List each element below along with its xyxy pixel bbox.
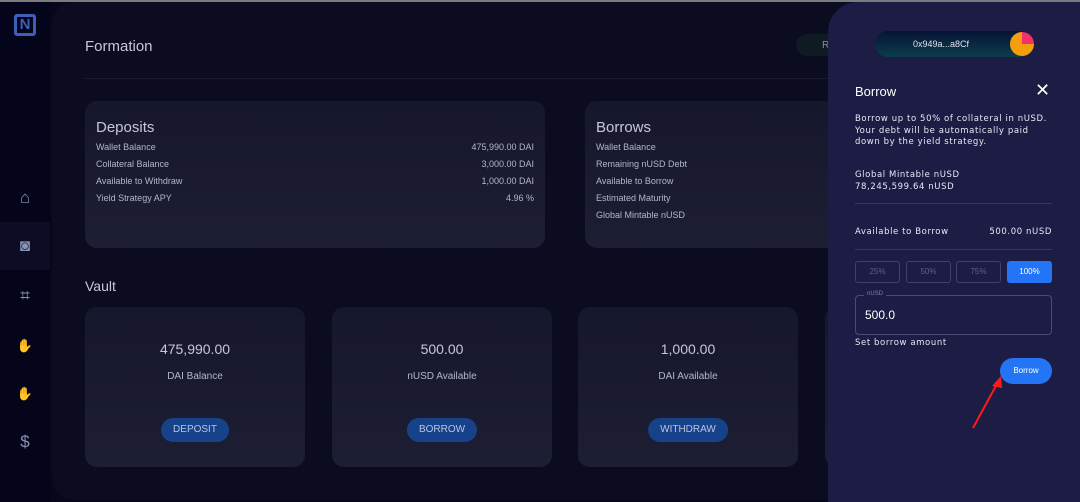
vault-amount: 475,990.00 [159,341,231,357]
vault-card-dai-available: 1,000.00 DAI Available WITHDRAW [578,307,798,467]
dollar-icon[interactable]: $ [0,418,50,466]
deposit-button[interactable]: DEPOSIT [161,418,229,442]
row-value: 1,000.00 DAI [481,176,534,186]
available-value: 500.00 nUSD [989,227,1052,237]
borrow-open-button[interactable]: BORROW [406,418,478,442]
panel-title: Borrow [855,84,897,99]
row-label: Wallet Balance [596,142,656,152]
percent-100-button[interactable]: 100% [1007,261,1052,283]
annotation-arrow-icon [972,376,1002,429]
divider [855,249,1052,250]
panel-description: Borrow up to 50% of collateral in nUSD. … [855,114,1047,149]
divider [85,78,845,79]
percent-25-button[interactable]: 25% [855,261,900,283]
vault-label: nUSD Available [407,371,477,382]
vault-label: DAI Balance [167,371,223,382]
helper-text: Set borrow amount [855,338,947,348]
description-line: Your debt will be automatically paid [855,125,1029,136]
crop-icon[interactable]: ⌗ [0,272,50,320]
row-label: Collateral Balance [96,159,170,169]
borrow-panel: 0x949a...a8Cf Borrow ✕ Borrow up to 50% … [828,2,1080,502]
row-value: 4.96 % [505,193,534,203]
home-icon[interactable]: ⌂ [0,174,50,222]
available-label: Available to Borrow [855,227,949,237]
vault-amount: 1,000.00 [660,341,716,357]
deposits-title: Deposits [96,119,155,136]
deposit-row: Available to Withdraw 1,000.00 DAI [96,176,534,186]
global-mintable-value: 78,245,599.64 nUSD [855,181,955,192]
logo[interactable]: N [14,14,36,36]
borrow-amount-field[interactable]: nUSD [855,291,1052,335]
row-label: Global Mintable nUSD [596,210,686,220]
deposit-row: Yield Strategy APY 4.96 % [96,193,534,203]
deposit-row: Collateral Balance 3,000.00 DAI [96,159,534,169]
row-label: Remaining nUSD Debt [596,159,688,169]
vault-title: Vault [85,278,116,294]
percent-50-button[interactable]: 50% [906,261,951,283]
vault-card-dai-balance: 475,990.00 DAI Balance DEPOSIT [85,307,305,467]
borrows-title: Borrows [596,119,652,136]
wallet-address-button[interactable]: 0x949a...a8Cf [875,31,1034,57]
deposit-row: Wallet Balance 475,990.00 DAI [96,142,534,152]
row-value: 475,990.00 DAI [471,142,534,152]
description-line: down by the yield strategy. [855,137,987,147]
hand-coin-icon[interactable]: ✋ [0,370,50,418]
wallet-address: 0x949a...a8Cf [913,39,970,49]
vault-card-nusd-available: 500.00 nUSD Available BORROW [332,307,552,467]
vault-amount: 500.00 [420,341,464,357]
sidebar: N ⌂ ◙ ⌗ ✋ ✋ $ [0,2,50,502]
deposits-card: Deposits Wallet Balance 475,990.00 DAI Co… [85,101,545,248]
hand-deposit-icon[interactable]: ✋ [0,322,50,370]
field-legend: nUSD [864,291,887,297]
global-mintable-label: Global Mintable nUSD [855,170,960,180]
withdraw-button[interactable]: WITHDRAW [648,418,728,442]
row-label: Yield Strategy APY [96,193,172,203]
row-label: Estimated Maturity [596,193,671,203]
close-icon[interactable]: ✕ [1035,80,1050,101]
available-to-borrow: Available to Borrow 500.00 nUSD [855,227,1052,239]
borrow-amount-input[interactable] [865,308,1035,322]
vault-label: DAI Available [658,371,718,382]
percent-75-button[interactable]: 75% [956,261,1001,283]
avatar [1010,32,1034,56]
row-label: Wallet Balance [96,142,156,152]
page-title: Formation [85,38,153,55]
divider [855,203,1052,204]
row-value: 3,000.00 DAI [481,159,534,169]
global-mintable: Global Mintable nUSD 78,245,599.64 nUSD [855,170,960,193]
row-label: Available to Borrow [596,176,674,186]
vault-icon[interactable]: ◙ [0,222,50,270]
description-line: Borrow up to 50% of collateral in nUSD. [855,114,1047,124]
row-label: Available to Withdraw [96,176,183,186]
